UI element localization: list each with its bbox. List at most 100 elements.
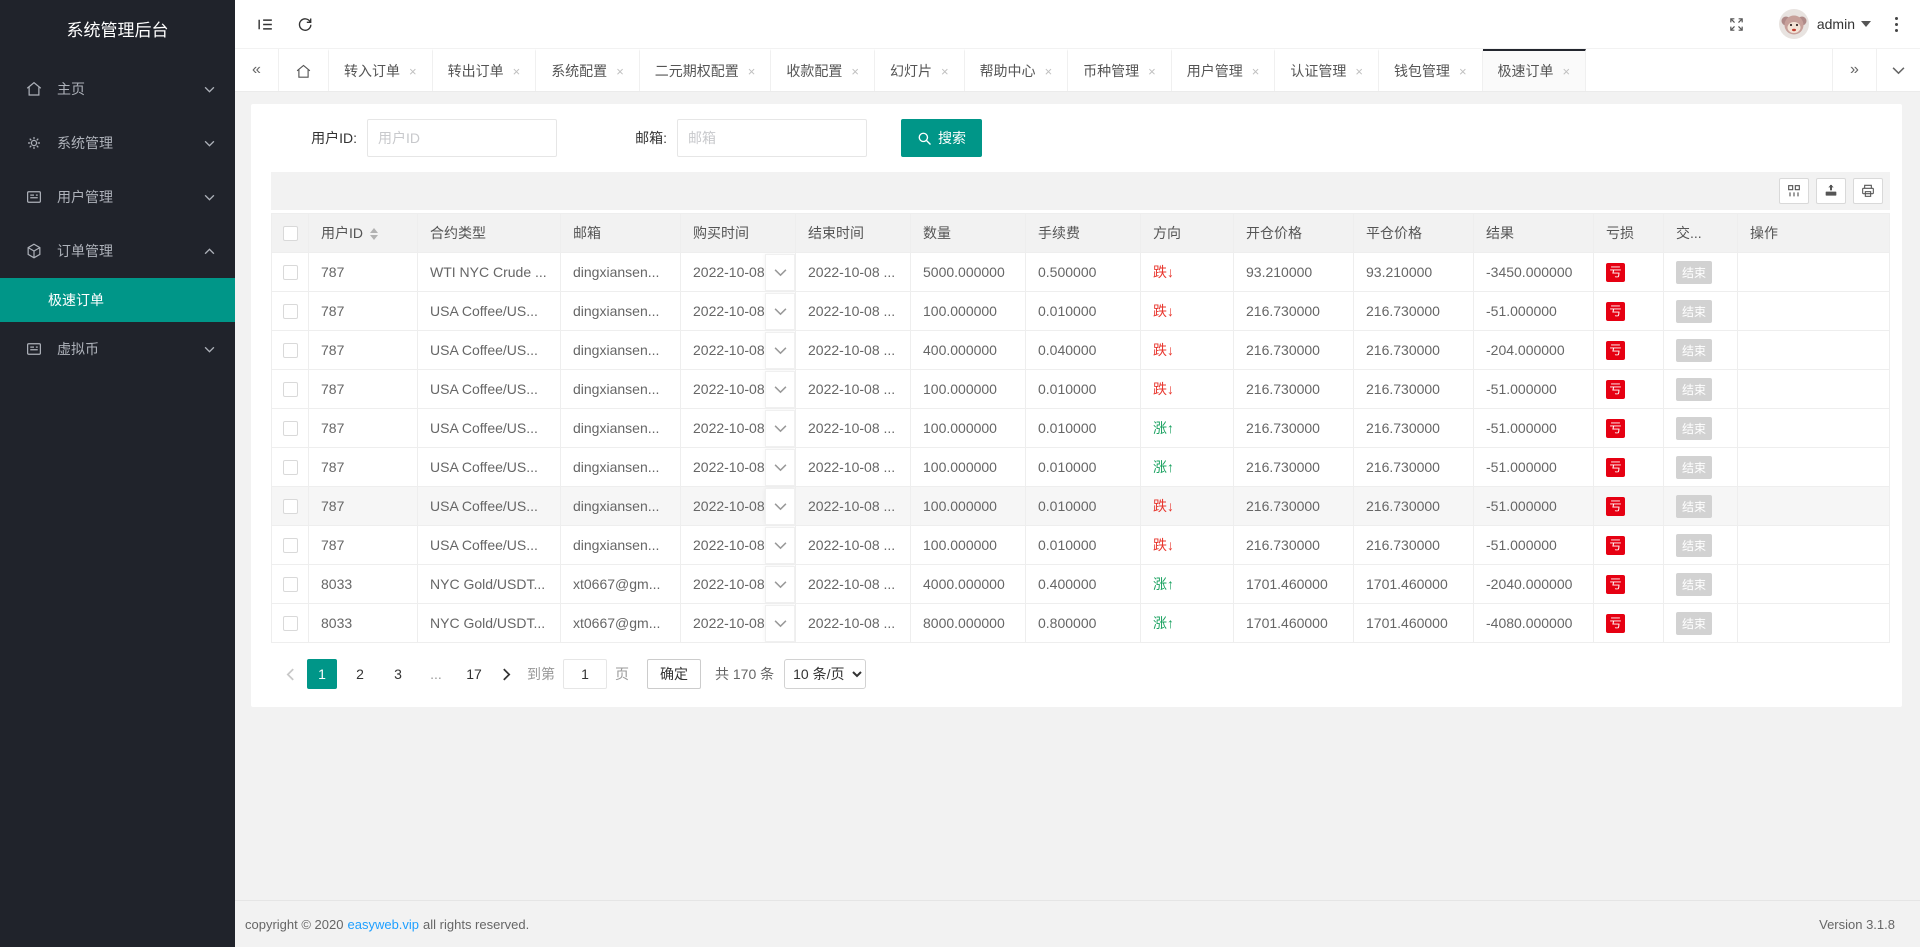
page-button[interactable]: 2 xyxy=(345,659,375,689)
row-checkbox[interactable] xyxy=(283,421,298,436)
status-badge: 结束 xyxy=(1676,300,1712,323)
tab[interactable]: 用户管理 × xyxy=(1172,49,1276,91)
chevron-up-icon xyxy=(204,248,215,255)
search-button[interactable]: 搜索 xyxy=(901,119,982,157)
tab[interactable]: 币种管理 × xyxy=(1068,49,1172,91)
sidebar-item-users[interactable]: 用户管理 xyxy=(0,170,235,224)
row-checkbox[interactable] xyxy=(283,460,298,475)
tab[interactable]: 幻灯片 × xyxy=(875,49,965,91)
tab[interactable]: 钱包管理 × xyxy=(1379,49,1483,91)
page-size-select[interactable]: 10 条/页 xyxy=(784,659,866,689)
close-icon[interactable]: × xyxy=(513,64,521,79)
tab-options-icon[interactable] xyxy=(1876,49,1920,91)
table-row[interactable]: 8033 NYC Gold/USDT... xt0667@gm... 2022-… xyxy=(272,604,1890,643)
sidebar-item-home[interactable]: 主页 xyxy=(0,62,235,116)
tab-home[interactable] xyxy=(279,49,329,91)
user-id-input[interactable] xyxy=(367,119,557,157)
username[interactable]: admin xyxy=(1817,16,1855,32)
cell-loss: 亏 xyxy=(1594,448,1664,487)
table-row[interactable]: 787 USA Coffee/US... dingxiansen... 2022… xyxy=(272,292,1890,331)
chevron-down-icon[interactable] xyxy=(765,449,795,486)
loss-badge: 亏 xyxy=(1606,380,1625,399)
row-checkbox[interactable] xyxy=(283,499,298,514)
close-icon[interactable]: × xyxy=(1459,64,1467,79)
select-all-checkbox[interactable] xyxy=(283,226,298,241)
chevron-down-icon[interactable] xyxy=(765,605,795,642)
chevron-down-icon[interactable] xyxy=(765,332,795,369)
sidebar-item-crypto[interactable]: 虚拟币 xyxy=(0,322,235,376)
chevron-down-icon[interactable] xyxy=(765,527,795,564)
row-checkbox[interactable] xyxy=(283,382,298,397)
cell-close-price: 216.730000 xyxy=(1354,370,1474,409)
tab[interactable]: 二元期权配置 × xyxy=(640,49,772,91)
close-icon[interactable]: × xyxy=(851,64,859,79)
col-tx: 交... xyxy=(1664,214,1738,253)
close-icon[interactable]: × xyxy=(1252,64,1260,79)
row-checkbox[interactable] xyxy=(283,616,298,631)
table-row[interactable]: 787 USA Coffee/US... dingxiansen... 2022… xyxy=(272,409,1890,448)
fullscreen-icon[interactable] xyxy=(1717,0,1757,49)
col-user-id[interactable]: 用户ID xyxy=(309,214,418,253)
next-page-icon[interactable] xyxy=(493,659,519,689)
prev-page-icon[interactable] xyxy=(277,659,303,689)
footer-link[interactable]: easyweb.vip xyxy=(347,917,419,932)
tab[interactable]: 系统配置 × xyxy=(536,49,640,91)
scroll-tabs-right-icon[interactable]: » xyxy=(1832,49,1876,91)
tab[interactable]: 转入订单 × xyxy=(329,49,433,91)
tab[interactable]: 帮助中心 × xyxy=(965,49,1069,91)
chevron-down-icon[interactable] xyxy=(765,566,795,603)
table-row[interactable]: 787 USA Coffee/US... dingxiansen... 2022… xyxy=(272,526,1890,565)
table-row[interactable]: 787 WTI NYC Crude ... dingxiansen... 202… xyxy=(272,253,1890,292)
goto-page-input[interactable] xyxy=(563,659,607,689)
page-button[interactable]: 1 xyxy=(307,659,337,689)
close-icon[interactable]: × xyxy=(1045,64,1053,79)
chevron-down-icon[interactable] xyxy=(765,293,795,330)
avatar[interactable] xyxy=(1779,9,1809,39)
close-icon[interactable]: × xyxy=(748,64,756,79)
table-row[interactable]: 787 USA Coffee/US... dingxiansen... 2022… xyxy=(272,331,1890,370)
collapse-sidebar-icon[interactable] xyxy=(245,0,285,49)
cell-quantity: 8000.000000 xyxy=(911,604,1026,643)
row-checkbox[interactable] xyxy=(283,538,298,553)
page-button[interactable]: 3 xyxy=(383,659,413,689)
tab[interactable]: 转出订单 × xyxy=(433,49,537,91)
sidebar-item-system[interactable]: 系统管理 xyxy=(0,116,235,170)
scroll-tabs-left-icon[interactable]: « xyxy=(235,49,279,91)
table-row[interactable]: 787 USA Coffee/US... dingxiansen... 2022… xyxy=(272,487,1890,526)
close-icon[interactable]: × xyxy=(1355,64,1363,79)
page-button[interactable]: 17 xyxy=(459,659,489,689)
close-icon[interactable]: × xyxy=(941,64,949,79)
table-row[interactable]: 8033 NYC Gold/USDT... xt0667@gm... 2022-… xyxy=(272,565,1890,604)
close-icon[interactable]: × xyxy=(616,64,624,79)
chevron-down-icon[interactable] xyxy=(765,488,795,525)
close-icon[interactable]: × xyxy=(1148,64,1156,79)
close-icon[interactable]: × xyxy=(1563,64,1571,79)
sidebar-item-fast-orders[interactable]: 极速订单 xyxy=(0,278,235,322)
chevron-down-icon[interactable] xyxy=(765,371,795,408)
tab[interactable]: 极速订单 × xyxy=(1483,49,1587,91)
row-checkbox[interactable] xyxy=(283,265,298,280)
row-checkbox[interactable] xyxy=(283,304,298,319)
col-buy-time: 购买时间 xyxy=(681,214,796,253)
cell-fee: 0.800000 xyxy=(1026,604,1141,643)
confirm-button[interactable]: 确定 xyxy=(647,659,701,689)
more-menu-icon[interactable] xyxy=(1887,11,1906,38)
sort-icon[interactable] xyxy=(370,228,378,240)
email-input[interactable] xyxy=(677,119,867,157)
sidebar-item-orders[interactable]: 订单管理 xyxy=(0,224,235,278)
export-icon[interactable] xyxy=(1816,178,1846,204)
loss-badge: 亏 xyxy=(1606,419,1625,438)
cell-end-time: 2022-10-08 ... xyxy=(796,253,911,292)
row-checkbox[interactable] xyxy=(283,577,298,592)
chevron-down-icon[interactable] xyxy=(765,254,795,291)
table-row[interactable]: 787 USA Coffee/US... dingxiansen... 2022… xyxy=(272,370,1890,409)
tab[interactable]: 收款配置 × xyxy=(771,49,875,91)
columns-filter-icon[interactable] xyxy=(1779,178,1809,204)
chevron-down-icon[interactable] xyxy=(765,410,795,447)
table-row[interactable]: 787 USA Coffee/US... dingxiansen... 2022… xyxy=(272,448,1890,487)
tab[interactable]: 认证管理 × xyxy=(1275,49,1379,91)
print-icon[interactable] xyxy=(1853,178,1883,204)
refresh-icon[interactable] xyxy=(285,0,325,49)
close-icon[interactable]: × xyxy=(409,64,417,79)
row-checkbox[interactable] xyxy=(283,343,298,358)
